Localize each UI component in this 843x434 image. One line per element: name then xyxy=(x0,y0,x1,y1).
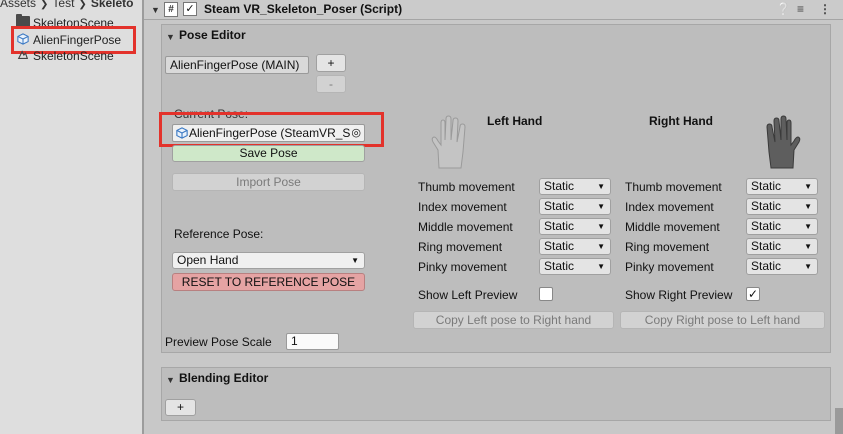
breadcrumb-assets[interactable]: Assets xyxy=(0,0,36,10)
dropdown-arrow-icon: ▼ xyxy=(597,202,605,211)
import-pose-button[interactable]: Import Pose xyxy=(172,173,365,191)
help-icon[interactable]: ❔ xyxy=(776,2,791,16)
left-ring-movement-label: Ring movement xyxy=(418,240,503,254)
breadcrumb-test[interactable]: Test xyxy=(52,0,74,10)
preview-pose-scale-label: Preview Pose Scale xyxy=(165,335,272,349)
dropdown-value: Static xyxy=(544,199,575,213)
show-left-preview-checkbox[interactable] xyxy=(539,287,553,301)
left-thumb-movement-dropdown[interactable]: Static ▼ xyxy=(539,178,611,195)
left-pinky-movement-dropdown[interactable]: Static ▼ xyxy=(539,258,611,275)
right-middle-movement-label: Middle movement xyxy=(625,220,720,234)
left-ring-movement-dropdown[interactable]: Static ▼ xyxy=(539,238,611,255)
breadcrumb-separator-icon: ❯ xyxy=(40,0,49,10)
menu-icon[interactable]: ⋮ xyxy=(819,2,831,16)
preview-pose-scale-input[interactable]: 1 xyxy=(286,333,339,350)
left-hand-header: Left Hand xyxy=(487,114,543,128)
dropdown-arrow-icon: ▼ xyxy=(597,222,605,231)
dropdown-value: Static xyxy=(544,179,575,193)
pose-editor-section: ▼ Pose Editor AlienFingerPose (MAIN) + -… xyxy=(159,24,831,353)
right-index-movement-dropdown[interactable]: Static ▼ xyxy=(746,198,818,215)
dropdown-arrow-icon: ▼ xyxy=(597,182,605,191)
dropdown-arrow-icon: ▼ xyxy=(804,262,812,271)
right-ring-movement-dropdown[interactable]: Static ▼ xyxy=(746,238,818,255)
dropdown-arrow-icon: ▼ xyxy=(804,202,812,211)
left-middle-movement-label: Middle movement xyxy=(418,220,513,234)
component-enabled-checkbox[interactable]: ✓ xyxy=(183,2,197,16)
right-hand-icon xyxy=(766,115,801,169)
right-thumb-movement-dropdown[interactable]: Static ▼ xyxy=(746,178,818,195)
dropdown-value: Static xyxy=(544,239,575,253)
right-index-movement-label: Index movement xyxy=(625,200,714,214)
left-hand-icon xyxy=(431,115,466,169)
blending-editor-title: Blending Editor xyxy=(179,371,269,385)
show-right-preview-label: Show Right Preview xyxy=(625,288,733,302)
inspector-scrollbar[interactable] xyxy=(835,408,843,434)
dropdown-arrow-icon: ▼ xyxy=(597,262,605,271)
right-ring-movement-label: Ring movement xyxy=(625,240,710,254)
remove-pose-button[interactable]: - xyxy=(316,75,346,93)
reset-to-reference-pose-button[interactable]: RESET TO REFERENCE POSE xyxy=(172,273,365,291)
right-middle-movement-dropdown[interactable]: Static ▼ xyxy=(746,218,818,235)
inspector-panel: ▼ # ✓ Steam VR_Skeleton_Poser (Script) ❔… xyxy=(144,0,843,434)
left-index-movement-label: Index movement xyxy=(418,200,507,214)
dropdown-value: Static xyxy=(751,179,782,193)
add-pose-button[interactable]: + xyxy=(316,54,346,72)
left-middle-movement-dropdown[interactable]: Static ▼ xyxy=(539,218,611,235)
copy-left-to-right-button[interactable]: Copy Left pose to Right hand xyxy=(413,311,614,329)
dropdown-arrow-icon: ▼ xyxy=(804,182,812,191)
foldout-arrow-icon[interactable]: ▼ xyxy=(151,5,160,15)
dropdown-value: Static xyxy=(751,199,782,213)
component-title: Steam VR_Skeleton_Poser (Script) xyxy=(204,2,403,16)
reference-pose-dropdown[interactable]: Open Hand ▼ xyxy=(172,252,365,269)
show-right-preview-checkbox[interactable]: ✓ xyxy=(746,287,760,301)
left-thumb-movement-label: Thumb movement xyxy=(418,180,515,194)
scene-icon xyxy=(17,50,29,59)
reference-pose-value: Open Hand xyxy=(177,253,239,267)
copy-right-to-left-button[interactable]: Copy Right pose to Left hand xyxy=(620,311,825,329)
foldout-arrow-icon[interactable]: ▼ xyxy=(166,375,175,385)
show-left-preview-label: Show Left Preview xyxy=(418,288,518,302)
breadcrumb-separator-icon: ❯ xyxy=(78,0,87,10)
project-item-skeleton-scene[interactable]: SkeletonScene xyxy=(16,47,114,65)
add-blending-pose-button[interactable]: + xyxy=(165,399,196,416)
left-index-movement-dropdown[interactable]: Static ▼ xyxy=(539,198,611,215)
project-panel: Assets ❯ Test ❯ Skeleto SkeletonScene AlienF… xyxy=(0,0,142,434)
save-pose-button[interactable]: Save Pose xyxy=(172,145,365,162)
right-pinky-movement-dropdown[interactable]: Static ▼ xyxy=(746,258,818,275)
dropdown-arrow-icon: ▼ xyxy=(351,256,359,265)
preset-icon[interactable]: ≡ xyxy=(797,2,804,16)
dropdown-value: Static xyxy=(751,219,782,233)
project-item-label: SkeletonScene xyxy=(33,49,114,63)
project-breadcrumb: Assets ❯ Test ❯ Skeleto xyxy=(0,0,134,10)
component-header[interactable]: ▼ # ✓ Steam VR_Skeleton_Poser (Script) ❔… xyxy=(144,0,843,20)
dropdown-value: Static xyxy=(751,239,782,253)
dropdown-value: Static xyxy=(751,259,782,273)
script-icon: # xyxy=(164,2,178,17)
breadcrumb-current[interactable]: Skeleto xyxy=(91,0,134,10)
dropdown-arrow-icon: ▼ xyxy=(804,222,812,231)
dropdown-arrow-icon: ▼ xyxy=(597,242,605,251)
pose-editor-title: Pose Editor xyxy=(179,28,246,42)
right-hand-header: Right Hand xyxy=(649,114,713,128)
dropdown-arrow-icon: ▼ xyxy=(804,242,812,251)
dropdown-value: Static xyxy=(544,259,575,273)
pose-list-item-main[interactable]: AlienFingerPose (MAIN) xyxy=(165,56,309,74)
highlight-box-current-pose xyxy=(159,112,384,147)
left-pinky-movement-label: Pinky movement xyxy=(418,260,507,274)
right-pinky-movement-label: Pinky movement xyxy=(625,260,714,274)
foldout-arrow-icon[interactable]: ▼ xyxy=(166,32,175,42)
blending-editor-section: ▼ Blending Editor + xyxy=(161,367,831,421)
reference-pose-label: Reference Pose: xyxy=(174,227,264,241)
dropdown-value: Static xyxy=(544,219,575,233)
right-thumb-movement-label: Thumb movement xyxy=(625,180,722,194)
